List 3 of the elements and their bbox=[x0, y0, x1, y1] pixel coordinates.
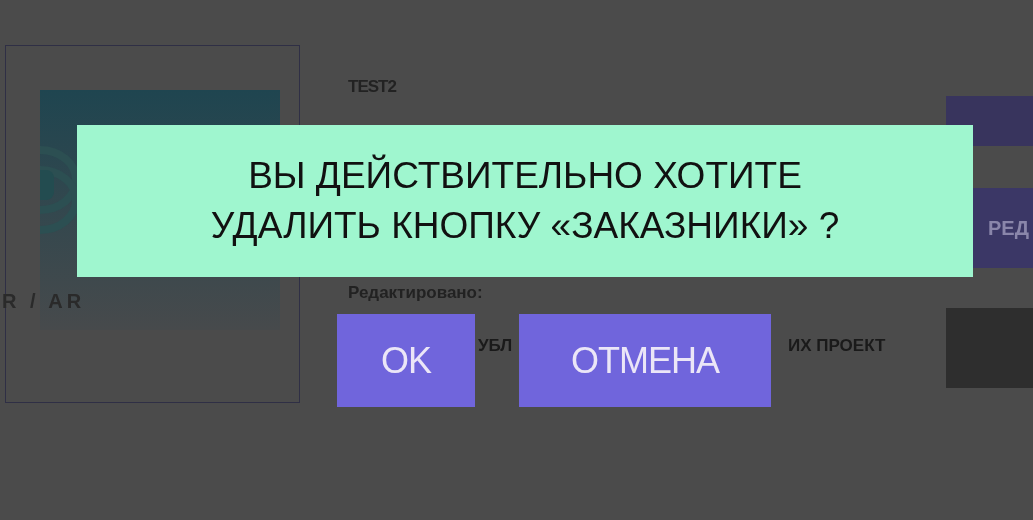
dialog-message: ВЫ ДЕЙСТВИТЕЛЬНО ХОТИТЕ УДАЛИТЬ КНОПКУ «ЗАКАЗНИКИ» ? bbox=[210, 153, 840, 248]
cancel-button[interactable]: ОТМЕНА bbox=[519, 314, 771, 407]
ok-button[interactable]: OK bbox=[337, 314, 475, 407]
